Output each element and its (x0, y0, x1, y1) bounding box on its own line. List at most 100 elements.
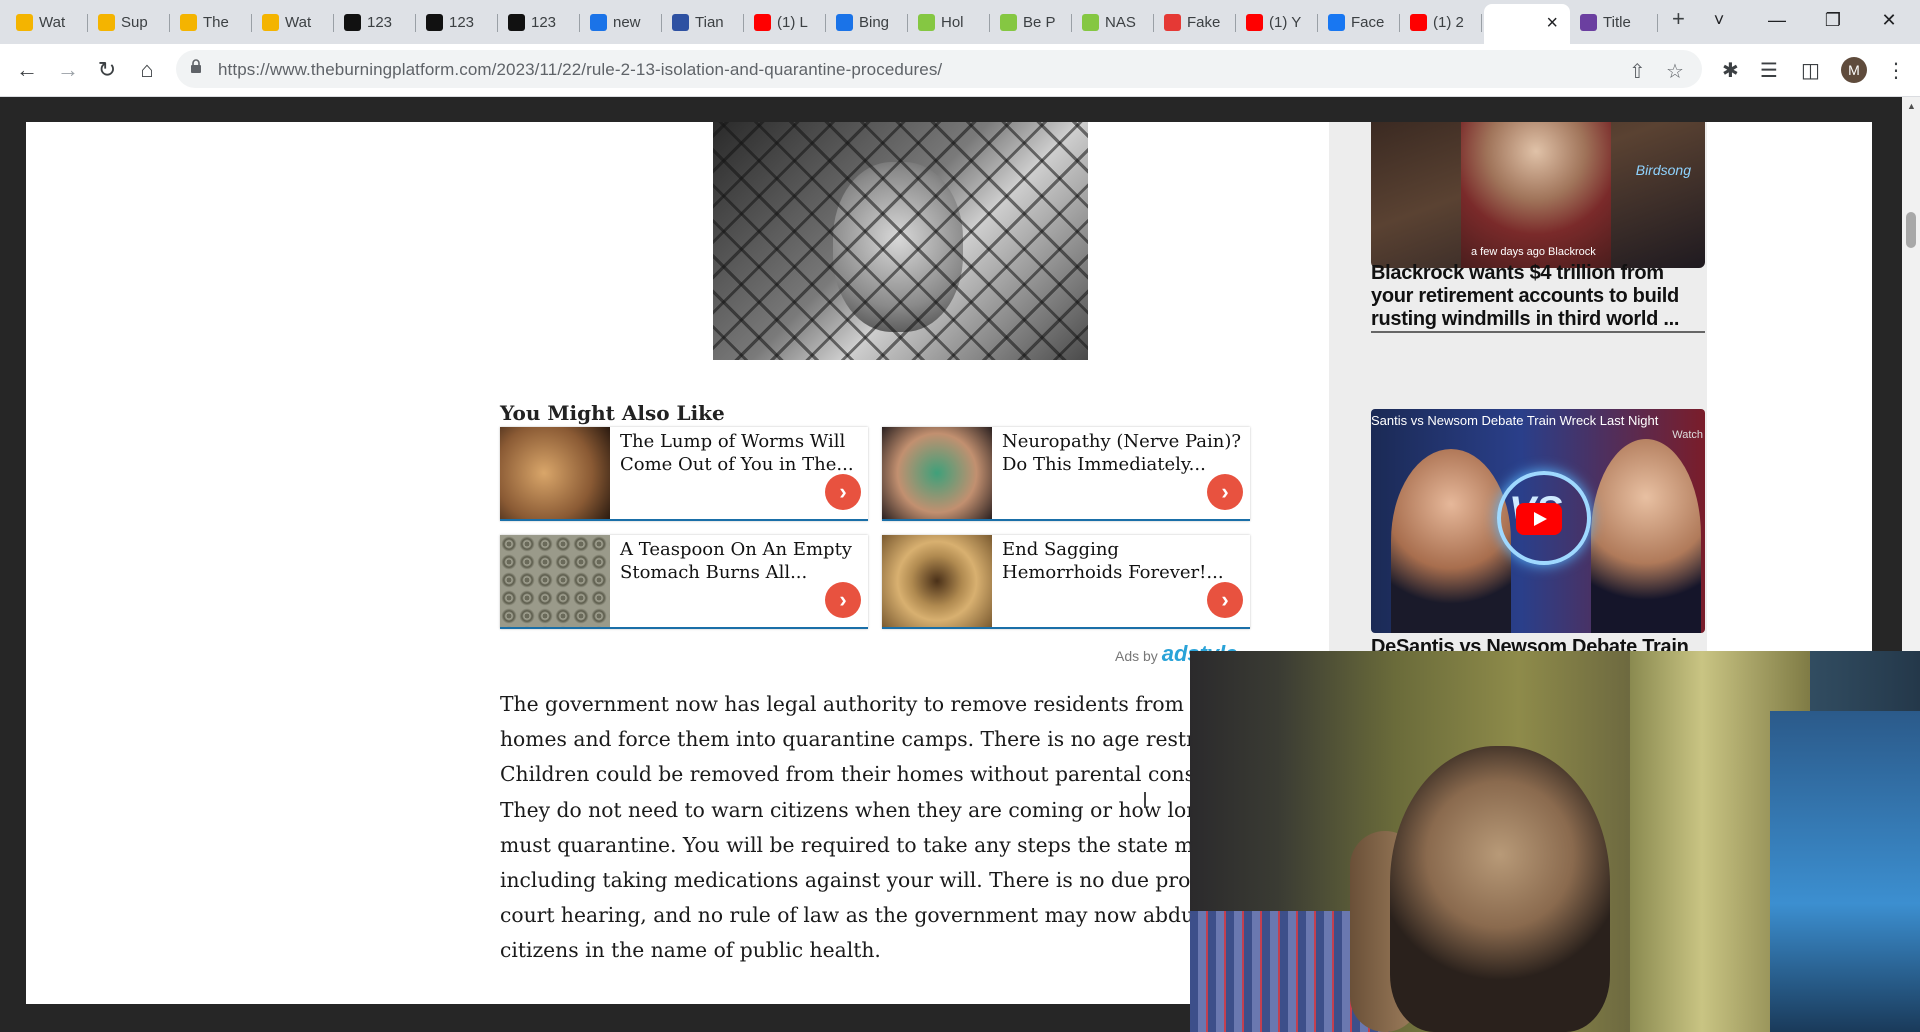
close-tab-icon[interactable]: × (1546, 12, 1558, 35)
ad-card[interactable]: A Teaspoon On An Empty Stomach Burns All… (500, 535, 868, 629)
tab-14[interactable]: Fake (1156, 6, 1236, 38)
tab-19[interactable]: Title (1572, 6, 1658, 38)
you-might-also-like-heading: You Might Also Like (500, 401, 725, 425)
video-caption: Santis vs Newsom Debate Train Wreck Last… (1371, 413, 1659, 428)
tab-label: Tian (695, 13, 724, 31)
rumble-icon (918, 13, 935, 31)
tab-search-chevron-icon[interactable]: ˅ (1696, 4, 1742, 36)
sidebar-story-title[interactable]: Blackrock wants $4 trillion from your re… (1371, 262, 1705, 331)
tab-11[interactable]: Hol (910, 6, 990, 38)
watch-label: Watch (1672, 429, 1703, 441)
media-control-icon[interactable]: ☰ (1760, 58, 1778, 83)
folder-icon (180, 13, 197, 31)
tab-label: 123 (367, 13, 393, 31)
bookmark-star-icon[interactable]: ☆ (1666, 59, 1684, 84)
restore-icon[interactable]: ❐ (1810, 4, 1856, 36)
ad-title: Neuropathy (Nerve Pain)? Do This Immedia… (1002, 431, 1242, 475)
chevron-right-icon[interactable]: › (1207, 474, 1243, 510)
ad-card[interactable]: Neuropathy (Nerve Pain)? Do This Immedia… (882, 427, 1250, 521)
new-tab-button[interactable]: + (1672, 6, 1685, 32)
tab-6[interactable]: 123 (500, 6, 580, 38)
webcam-overlay (1190, 651, 1920, 1032)
tab-label: (1) L (777, 13, 808, 31)
article-line: including taking medications against you… (500, 868, 1225, 893)
ad-thumbnail (882, 535, 992, 627)
123-icon (344, 13, 361, 31)
profile-avatar[interactable]: M (1841, 57, 1867, 83)
scrollbar-thumb[interactable] (1906, 212, 1916, 248)
tab-1[interactable]: Sup (90, 6, 170, 38)
tab-2[interactable]: The (172, 6, 252, 38)
ad-card[interactable]: The Lump of Worms Will Come Out of You i… (500, 427, 868, 521)
close-window-icon[interactable]: ✕ (1866, 4, 1912, 36)
side-panel-icon[interactable]: ◫ (1801, 58, 1820, 83)
article-line: citizens in the name of public health. (500, 938, 881, 963)
tab-17[interactable]: (1) 2 (1402, 6, 1482, 38)
reload-icon[interactable]: ↻ (93, 56, 121, 84)
tab-label: (1) 2 (1433, 13, 1464, 31)
tab-label: 123 (449, 13, 475, 31)
mal-icon (672, 13, 689, 31)
video-thumbnail[interactable]: Birdsong a few days ago Blackrock (1371, 122, 1705, 268)
tab-8[interactable]: Tian (664, 6, 744, 38)
extensions-icon[interactable]: ✱ (1722, 58, 1739, 83)
tab-strip: Wat Sup The Wat 123 123 123 new Tian (1) L Bing Hol… (0, 0, 1920, 44)
home-icon[interactable]: ⌂ (133, 56, 161, 84)
tab-13[interactable]: NAS (1074, 6, 1154, 38)
tab-label: Bing (859, 13, 890, 31)
tab-3[interactable]: Wat (254, 6, 334, 38)
tab-label: Hol (941, 13, 964, 31)
video-caption: a few days ago Blackrock (1471, 246, 1596, 258)
tab-label: (1) Y (1269, 13, 1302, 31)
tab-12[interactable]: Be P (992, 6, 1072, 38)
article-line: must quarantine. You will be required to… (500, 832, 1232, 857)
article-line: court hearing, and no rule of law as the… (500, 903, 1214, 928)
forward-arrow-icon[interactable]: → (54, 56, 82, 84)
chevron-right-icon[interactable]: › (825, 582, 861, 618)
rumble-icon (1000, 13, 1017, 31)
refresh-logo-icon (1164, 13, 1181, 31)
tab-7[interactable]: new (582, 6, 662, 38)
tab-16[interactable]: Face (1320, 6, 1400, 38)
ad-thumbnail (500, 427, 610, 519)
tab-4[interactable]: 123 (336, 6, 416, 38)
youtube-icon (754, 13, 771, 31)
text-cursor-icon (1144, 792, 1146, 808)
tab-label: Title (1603, 13, 1631, 31)
scroll-up-icon[interactable]: ▲ (1907, 101, 1916, 111)
ad-title: The Lump of Worms Will Come Out of You i… (620, 431, 854, 475)
tab-label: The (203, 13, 229, 31)
video-thumbnail[interactable]: VS Santis vs Newsom Debate Train Wreck L… (1371, 409, 1705, 633)
ad-thumbnail (882, 427, 992, 519)
address-bar[interactable]: https://www.theburningplatform.com/2023/… (176, 50, 1702, 88)
minimize-icon[interactable]: — (1754, 4, 1800, 36)
tab-0[interactable]: Wat (8, 6, 88, 38)
menu-dots-icon[interactable]: ⋮ (1886, 58, 1906, 83)
search-icon (590, 13, 607, 31)
youtube-play-icon[interactable] (1516, 503, 1562, 535)
tab-9[interactable]: (1) L (746, 6, 826, 38)
tab-5[interactable]: 123 (418, 6, 498, 38)
123-icon (508, 13, 525, 31)
ad-card[interactable]: End Sagging Hemorrhoids Forever!... › (882, 535, 1250, 629)
tab-label: NAS (1105, 13, 1136, 31)
tab-15[interactable]: (1) Y (1238, 6, 1318, 38)
chevron-right-icon[interactable]: › (825, 474, 861, 510)
article-line: They do not need to warn citizens when t… (500, 797, 1227, 822)
folder-icon (16, 13, 33, 31)
folder-icon (98, 13, 115, 31)
folder-icon (262, 13, 279, 31)
tab-18[interactable]: × (1484, 4, 1570, 44)
divider (1371, 331, 1705, 333)
chevron-right-icon[interactable]: › (1207, 582, 1243, 618)
tab-label: 123 (531, 13, 557, 31)
back-arrow-icon[interactable]: ← (13, 56, 41, 84)
tab-label: Fake (1187, 13, 1221, 31)
tab-10[interactable]: Bing (828, 6, 908, 38)
tab-label: Face (1351, 13, 1385, 31)
ad-title: End Sagging Hemorrhoids Forever!... (1002, 539, 1224, 583)
share-icon[interactable]: ⇧ (1629, 59, 1646, 84)
article-text: The government now has legal authority t… (500, 687, 1232, 969)
site-icon (1580, 13, 1597, 31)
youtube-icon (1246, 13, 1263, 31)
